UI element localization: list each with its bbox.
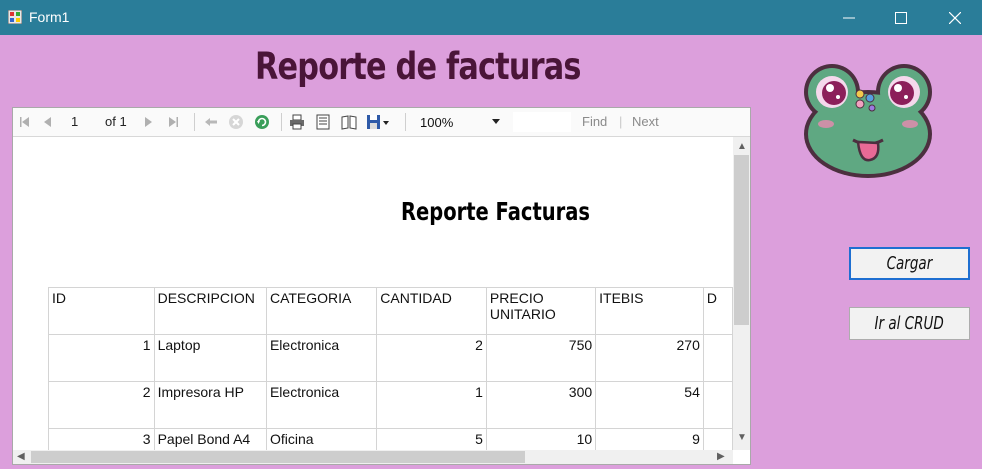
cell-descripcion: Impresora HP bbox=[153, 381, 267, 429]
cell-itebis: 54 bbox=[595, 381, 704, 429]
cell-categoria: Electronica bbox=[265, 334, 378, 382]
cell-cantidad: 1 bbox=[376, 381, 487, 429]
minimize-button[interactable] bbox=[826, 0, 872, 35]
current-page-input[interactable]: 1 bbox=[71, 114, 78, 129]
table-row: 1 Laptop Electronica 2 750 270 bbox=[48, 334, 733, 382]
previous-page-icon bbox=[44, 117, 51, 127]
last-page-icon bbox=[169, 117, 178, 127]
scroll-left-icon[interactable]: ◀ bbox=[17, 452, 25, 462]
find-button[interactable]: Find bbox=[582, 114, 607, 129]
back-arrow-icon bbox=[205, 118, 217, 126]
print-icon bbox=[290, 114, 304, 130]
table-row: 2 Impresora HP Electronica 1 300 54 bbox=[48, 381, 733, 429]
stop-button[interactable] bbox=[227, 114, 245, 130]
header-cell: PRECIO UNITARIO bbox=[485, 287, 597, 335]
header-cell: ID bbox=[48, 287, 155, 335]
report-toolbar: 1 of 1 100% Find | Next bbox=[13, 108, 750, 137]
cell-id: 3 bbox=[48, 428, 155, 450]
ir-al-crud-button-label: Ir al CRUD bbox=[874, 313, 945, 334]
cell-cantidad: 2 bbox=[376, 334, 487, 382]
page-title: Reporte de facturas bbox=[255, 45, 581, 88]
refresh-icon bbox=[255, 115, 269, 129]
cell-categoria: Electronica bbox=[265, 381, 378, 429]
window-title: Form1 bbox=[29, 9, 70, 25]
cargar-button-label: Cargar bbox=[886, 253, 933, 274]
scroll-right-icon[interactable]: ▶ bbox=[717, 452, 725, 462]
zoom-select[interactable]: 100% bbox=[418, 112, 502, 132]
table-row: 3 Papel Bond A4 Oficina 5 10 9 bbox=[48, 428, 733, 450]
cell-partial bbox=[702, 428, 733, 450]
cell-descripcion: Laptop bbox=[153, 334, 267, 382]
horizontal-scroll-thumb[interactable] bbox=[31, 451, 525, 463]
frog-mascot-image bbox=[804, 64, 932, 178]
header-cell: D bbox=[702, 287, 733, 335]
report-viewer: 1 of 1 100% Find | Next Reporte Facturas… bbox=[12, 107, 751, 465]
vertical-scrollbar[interactable]: ▲ ▼ bbox=[733, 137, 750, 450]
cargar-button[interactable]: Cargar bbox=[849, 247, 970, 280]
print-layout-icon bbox=[316, 114, 330, 130]
cell-id: 2 bbox=[48, 381, 155, 429]
report-title: Reporte Facturas bbox=[401, 197, 591, 226]
ir-al-crud-button[interactable]: Ir al CRUD bbox=[849, 307, 970, 340]
header-cell: CATEGORIA bbox=[265, 287, 378, 335]
zoom-value: 100% bbox=[420, 115, 454, 130]
vertical-scroll-thumb[interactable] bbox=[734, 155, 749, 325]
find-input[interactable] bbox=[513, 112, 571, 132]
cell-categoria: Oficina bbox=[265, 428, 378, 450]
header-cell: ITEBIS bbox=[595, 287, 704, 335]
horizontal-scrollbar[interactable]: ◀ ▶ bbox=[13, 450, 733, 464]
last-page-button[interactable] bbox=[166, 114, 180, 130]
cell-precio: 10 bbox=[485, 428, 597, 450]
header-cell: CANTIDAD bbox=[376, 287, 487, 335]
cell-partial bbox=[702, 334, 733, 382]
cell-precio: 750 bbox=[485, 334, 597, 382]
next-page-button[interactable] bbox=[141, 114, 155, 130]
maximize-icon bbox=[895, 11, 907, 24]
previous-page-button[interactable] bbox=[41, 114, 55, 130]
back-button[interactable] bbox=[203, 114, 219, 130]
scroll-down-icon[interactable]: ▼ bbox=[737, 433, 747, 443]
chevron-down-icon bbox=[492, 119, 500, 124]
window-title-bar: Form1 bbox=[0, 0, 982, 35]
maximize-button[interactable] bbox=[878, 0, 924, 35]
page-setup-icon bbox=[341, 115, 357, 130]
cell-precio: 300 bbox=[485, 381, 597, 429]
cell-descripcion: Papel Bond A4 bbox=[153, 428, 267, 450]
page-count: of 1 bbox=[105, 114, 127, 129]
invoice-table: ID DESCRIPCION CATEGORIA CANTIDAD PRECIO… bbox=[48, 287, 733, 450]
header-cell: DESCRIPCION bbox=[153, 287, 267, 335]
cell-cantidad: 5 bbox=[376, 428, 487, 450]
print-layout-button[interactable] bbox=[314, 114, 332, 130]
print-button[interactable] bbox=[288, 114, 306, 130]
find-next-button[interactable]: Next bbox=[632, 114, 659, 129]
cell-partial bbox=[702, 381, 733, 429]
export-button[interactable] bbox=[365, 114, 391, 130]
cell-itebis: 270 bbox=[595, 334, 704, 382]
stop-icon bbox=[229, 115, 243, 129]
page-setup-button[interactable] bbox=[340, 114, 358, 130]
scroll-up-icon[interactable]: ▲ bbox=[737, 142, 747, 152]
first-page-icon bbox=[20, 117, 29, 127]
report-canvas: Reporte Facturas ID DESCRIPCION CATEGORI… bbox=[13, 137, 733, 450]
cell-itebis: 9 bbox=[595, 428, 704, 450]
close-icon bbox=[949, 11, 961, 24]
close-button[interactable] bbox=[932, 0, 978, 35]
next-page-icon bbox=[145, 117, 152, 127]
find-separator: | bbox=[619, 114, 623, 129]
save-icon bbox=[367, 115, 389, 129]
first-page-button[interactable] bbox=[18, 114, 32, 130]
refresh-button[interactable] bbox=[253, 114, 271, 130]
app-icon bbox=[8, 10, 22, 24]
cell-id: 1 bbox=[48, 334, 155, 382]
table-header-row: ID DESCRIPCION CATEGORIA CANTIDAD PRECIO… bbox=[48, 287, 733, 335]
minimize-icon bbox=[843, 17, 855, 18]
